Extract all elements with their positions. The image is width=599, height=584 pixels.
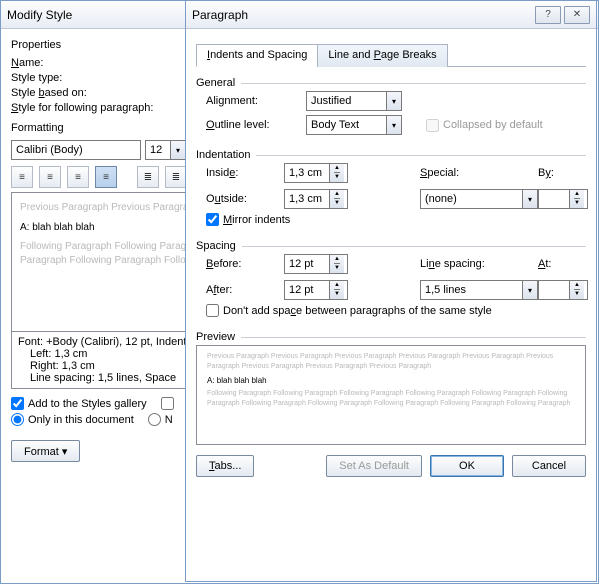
tab-line-page-breaks[interactable]: Line and Page Breaks [317,44,447,67]
collapsed-checkbox [426,119,439,132]
dont-add-space-label: Don't add space between paragraphs of th… [223,305,492,317]
by-input[interactable] [539,190,569,208]
align-right-button[interactable]: ≡ [67,166,89,188]
font-combo[interactable]: ▾ [11,140,141,160]
inside-spinner[interactable]: ▲▼ [284,163,348,183]
only-doc-label: Only in this document [28,414,134,426]
style-type-label: Style type: [11,72,62,84]
chevron-down-icon[interactable]: ▾ [522,281,537,299]
down-arrow-icon[interactable]: ▼ [574,290,580,299]
outside-input[interactable] [285,190,329,208]
up-arrow-icon[interactable]: ▲ [334,190,340,199]
ok-button[interactable]: OK [430,455,504,477]
add-gallery-label: Add to the Styles gallery [28,398,147,410]
font-size-combo[interactable]: ▾ [145,140,189,160]
align-center-button[interactable]: ≡ [39,166,61,188]
paragraph-dialog: Paragraph ? ✕ Indents and Spacing Line a… [185,0,597,582]
align-left-button[interactable]: ≡ [11,166,33,188]
paragraph-titlebar: Paragraph ? ✕ [186,1,596,29]
paragraph-title: Paragraph [192,8,532,22]
general-header: General [196,77,235,89]
paragraph-tabs: Indents and Spacing Line and Page Breaks [196,43,586,67]
inside-label: Inside: [206,167,276,179]
after-spinner[interactable]: ▲▼ [284,280,348,300]
new-docs-label: N [165,414,173,426]
up-arrow-icon[interactable]: ▲ [334,255,340,264]
special-label: Special: [420,167,530,179]
down-arrow-icon[interactable]: ▼ [334,173,340,182]
auto-update-checkbox[interactable] [161,397,174,410]
close-button[interactable]: ✕ [564,6,590,24]
new-docs-radio[interactable] [148,413,161,426]
down-arrow-icon[interactable]: ▼ [334,290,340,299]
up-arrow-icon[interactable]: ▲ [574,190,580,199]
paragraph-preview: Previous Paragraph Previous Paragraph Pr… [196,345,586,445]
chevron-down-icon[interactable]: ▾ [170,141,185,159]
inside-input[interactable] [285,164,329,182]
up-arrow-icon[interactable]: ▲ [334,164,340,173]
at-spinner[interactable]: ▲▼ [538,280,588,300]
linespacing-select[interactable]: 1,5 lines ▾ [420,280,538,300]
down-arrow-icon[interactable]: ▼ [574,199,580,208]
style-basedon-label: Style based on: [11,87,87,99]
at-input[interactable] [539,281,569,299]
dont-add-space-checkbox[interactable] [206,304,219,317]
font-input[interactable] [12,144,162,156]
preview-header: Preview [196,331,235,343]
linespacing-label: Line spacing: [420,258,530,270]
mirror-checkbox[interactable] [206,213,219,226]
up-arrow-icon[interactable]: ▲ [334,281,340,290]
by-spinner[interactable]: ▲▼ [538,189,588,209]
chevron-down-icon[interactable]: ▾ [522,190,537,208]
preview-current-text: A: blah blah blah [207,375,575,386]
preview-previous-text: Previous Paragraph Previous Paragraph Pr… [207,352,575,372]
spacing-header: Spacing [196,240,236,252]
name-label: Name: [11,57,43,69]
alignment-select[interactable]: Justified ▾ [306,91,402,111]
help-button[interactable]: ? [535,6,561,24]
by-label: By: [538,167,588,179]
chevron-down-icon[interactable]: ▾ [386,116,401,134]
indentation-header: Indentation [196,149,250,161]
before-input[interactable] [285,255,329,273]
paragraph-body: Indents and Spacing Line and Page Breaks… [186,29,596,487]
tabs-button[interactable]: Tabs... [196,455,254,477]
set-default-button: Set As Default [326,455,422,477]
only-doc-radio[interactable] [11,413,24,426]
outline-select[interactable]: Body Text ▾ [306,115,402,135]
chevron-down-icon[interactable]: ▾ [386,92,401,110]
down-arrow-icon[interactable]: ▼ [334,199,340,208]
style-following-label: Style for following paragraph: [11,102,153,114]
line-spacing-1-button[interactable]: ≣ [137,166,159,188]
up-arrow-icon[interactable]: ▲ [574,281,580,290]
align-justify-button[interactable]: ≡ [95,166,117,188]
font-size-input[interactable] [146,144,170,156]
format-button[interactable]: Format ▾ [11,440,80,462]
mirror-label: Mirror indents [223,214,290,226]
after-label: After: [206,284,276,296]
before-spinner[interactable]: ▲▼ [284,254,348,274]
add-gallery-checkbox[interactable] [11,397,24,410]
cancel-button[interactable]: Cancel [512,455,586,477]
after-input[interactable] [285,281,329,299]
before-label: Before: [206,258,276,270]
special-select[interactable]: (none) ▾ [420,189,538,209]
tab-indents-spacing[interactable]: Indents and Spacing [196,44,318,67]
at-label: At: [538,258,588,270]
outside-spinner[interactable]: ▲▼ [284,189,348,209]
down-arrow-icon[interactable]: ▼ [334,264,340,273]
preview-following-text: Following Paragraph Following Paragraph … [207,389,575,409]
collapsed-label: Collapsed by default [443,119,543,131]
line-spacing-more-button[interactable]: ≣ [165,166,187,188]
outside-label: Outside: [206,193,276,205]
alignment-label: Alignment: [206,95,296,107]
outline-label: Outline level: [206,119,296,131]
